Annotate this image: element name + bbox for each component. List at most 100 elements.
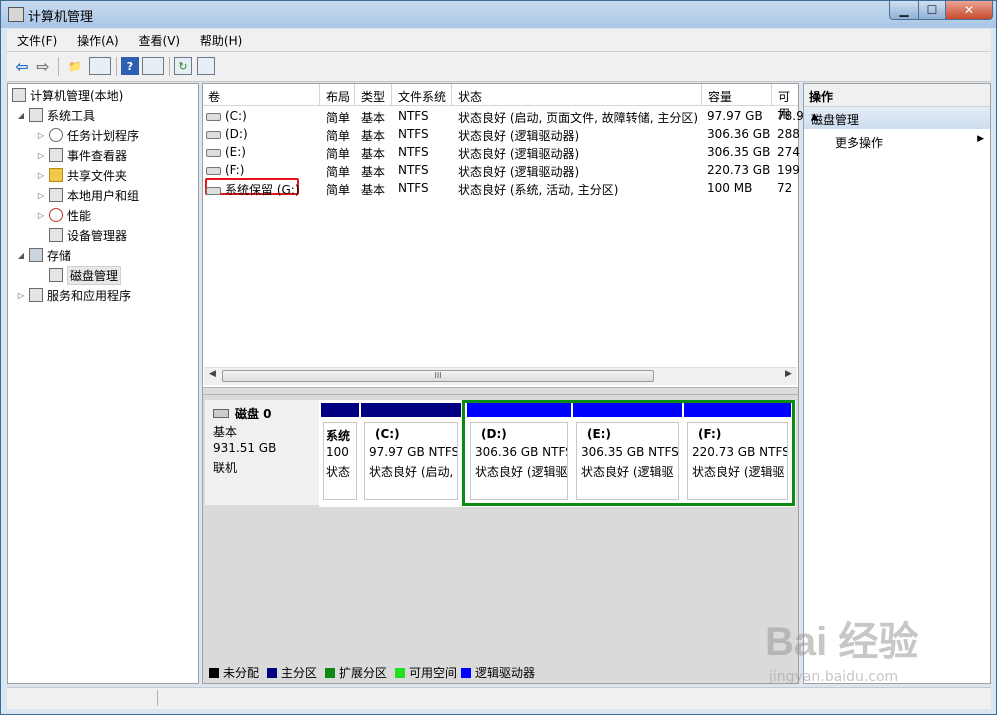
partition-label: 系统	[326, 429, 351, 443]
volume-row-system-reserved[interactable]: 系统保留 (G:) 简单 基本 NTFS 状态良好 (系统, 活动, 主分区) …	[203, 178, 798, 197]
actions-group-disk-management[interactable]: 磁盘管理 ▲	[804, 107, 990, 129]
partition-d[interactable]: (D:) 306.36 GB NTFS 状态良好 (逻辑驱	[467, 403, 571, 503]
disk-type: 基本	[213, 425, 238, 439]
volume-type: 基本	[361, 183, 386, 197]
forward-arrow-icon[interactable]: ⇨	[34, 57, 52, 76]
tree-item-disk-management[interactable]: 磁盘管理	[49, 265, 122, 285]
drive-icon	[206, 112, 221, 121]
menu-help[interactable]: 帮助(H)	[190, 29, 248, 49]
window-title: 计算机管理	[28, 10, 94, 25]
tree-item-system-tools[interactable]: ◢ 系统工具	[16, 106, 95, 124]
expand-triangle-icon[interactable]: ▷	[36, 211, 46, 220]
volume-capacity: 306.36 GB	[707, 127, 771, 141]
partition-status: 状态良好 (启动,	[369, 465, 454, 479]
tree-item-storage[interactable]: ◢ 存储	[16, 246, 71, 264]
column-divider[interactable]	[391, 84, 392, 105]
scroll-left-arrow-icon[interactable]: ◀	[209, 369, 216, 379]
horizontal-scrollbar[interactable]: ◀ III ▶	[204, 367, 797, 385]
partition-f[interactable]: (F:) 220.73 GB NTFS 状态良好 (逻辑驱	[684, 403, 791, 503]
partition-status: 状态良好 (逻辑驱	[692, 465, 785, 479]
volume-filesystem: NTFS	[398, 181, 429, 195]
column-divider[interactable]	[701, 84, 702, 105]
refresh-icon[interactable]: ↻	[174, 57, 192, 75]
collapse-arrow-icon[interactable]: ▲	[811, 112, 984, 122]
partition-size: 306.36 GB NTFS	[475, 445, 568, 459]
volume-filesystem: NTFS	[398, 145, 429, 159]
volume-status: 状态良好 (逻辑驱动器)	[458, 147, 580, 161]
volume-type: 基本	[361, 111, 386, 125]
collapse-triangle-icon[interactable]: ◢	[16, 251, 26, 260]
volume-capacity: 306.35 GB	[707, 145, 771, 159]
tools-icon	[29, 108, 43, 122]
volume-row[interactable]: (E:) 简单 基本 NTFS 状态良好 (逻辑驱动器) 306.35 GB 2…	[203, 143, 800, 161]
legend-item: 逻辑驱动器	[461, 664, 535, 681]
volume-row[interactable]: (F:) 简单 基本 NTFS 状态良好 (逻辑驱动器) 220.73 GB 1…	[203, 161, 800, 179]
shared-folder-icon	[49, 168, 63, 182]
drive-icon	[206, 166, 221, 175]
partition-c[interactable]: (C:) 97.97 GB NTFS 状态良好 (启动,	[361, 403, 461, 503]
menu-action[interactable]: 操作(A)	[67, 29, 125, 49]
partition-size: 100	[326, 445, 349, 459]
expand-triangle-icon[interactable]: ▷	[36, 151, 46, 160]
column-header-type[interactable]: 类型	[356, 88, 385, 105]
pane-splitter[interactable]	[203, 387, 798, 395]
maximize-button[interactable]: ☐	[918, 1, 946, 20]
column-divider[interactable]	[771, 84, 772, 105]
volume-list-header: 卷 布局 类型 文件系统 状态 容量 可用	[203, 84, 798, 121]
volume-row[interactable]: (D:) 简单 基本 NTFS 状态良好 (逻辑驱动器) 306.36 GB 2…	[203, 125, 800, 143]
show-hide-action-pane-icon[interactable]	[142, 57, 164, 75]
volume-capacity: 97.97 GB	[707, 109, 763, 123]
column-header-filesystem[interactable]: 文件系统	[393, 88, 446, 105]
back-arrow-icon[interactable]: ⇦	[13, 57, 31, 76]
drive-icon	[206, 130, 221, 139]
volume-type: 基本	[361, 165, 386, 179]
menu-file[interactable]: 文件(F)	[7, 29, 63, 49]
column-header-layout[interactable]: 布局	[321, 88, 350, 105]
tree-item-computer-management[interactable]: 计算机管理(本地)	[12, 86, 123, 104]
disk-info-box[interactable]: 磁盘 0 基本 931.51 GB 联机	[205, 400, 320, 505]
partition-e[interactable]: (E:) 306.35 GB NTFS 状态良好 (逻辑驱	[573, 403, 682, 503]
column-header-volume[interactable]: 卷	[203, 88, 220, 105]
actions-pane: 操作 磁盘管理 ▲ 更多操作 ▶	[803, 83, 991, 684]
volume-layout: 简单	[326, 165, 351, 179]
help-icon[interactable]: ?	[121, 57, 139, 75]
column-header-status[interactable]: 状态	[453, 88, 482, 105]
tree-item-device-manager[interactable]: 设备管理器	[49, 226, 127, 244]
show-hide-tree-icon[interactable]	[89, 57, 111, 75]
volume-filesystem: NTFS	[398, 127, 429, 141]
baidu-watermark: Bai 经验 jingyan.baidu.com	[765, 609, 993, 699]
volume-status: 状态良好 (启动, 页面文件, 故障转储, 主分区)	[458, 111, 699, 125]
volume-name: (D:)	[206, 127, 248, 141]
expand-triangle-icon[interactable]: ▷	[16, 291, 26, 300]
minimize-button[interactable]: ▁	[889, 1, 919, 20]
tree-item-services[interactable]: ▷ 服务和应用程序	[16, 286, 131, 304]
services-icon	[29, 288, 43, 302]
scroll-right-arrow-icon[interactable]: ▶	[785, 369, 792, 379]
menu-view[interactable]: 查看(V)	[129, 29, 187, 49]
partition-system-reserved[interactable]: 系统 100 状态	[321, 403, 359, 503]
scrollbar-thumb[interactable]: III	[222, 370, 654, 382]
tree-item-event-viewer[interactable]: ▷ 事件查看器	[36, 146, 127, 164]
tree-item-local-users[interactable]: ▷ 本地用户和组	[36, 186, 139, 204]
volume-free: 199	[777, 163, 800, 177]
expand-triangle-icon[interactable]: ▷	[36, 191, 46, 200]
up-folder-icon[interactable]: 📁	[66, 57, 84, 75]
tree-item-performance[interactable]: ▷ 性能	[36, 206, 91, 224]
close-button[interactable]: ✕	[945, 1, 993, 20]
tree-item-shared-folders[interactable]: ▷ 共享文件夹	[36, 166, 127, 184]
partition-strip: 系统 100 状态 (C:) 97.97 GB NTFS 状态良好 (启动, (…	[319, 400, 796, 507]
expand-triangle-icon[interactable]: ▷	[36, 131, 46, 140]
volume-row[interactable]: (C:) 简单 基本 NTFS 状态良好 (启动, 页面文件, 故障转储, 主分…	[203, 107, 804, 125]
watermark-url: jingyan.baidu.com	[769, 669, 899, 685]
collapse-triangle-icon[interactable]: ◢	[16, 111, 26, 120]
more-actions-item[interactable]: 更多操作 ▶	[804, 131, 990, 151]
column-divider[interactable]	[354, 84, 355, 105]
legend-item: 可用空间	[395, 664, 457, 681]
tree-item-task-scheduler[interactable]: ▷ 任务计划程序	[36, 126, 139, 144]
properties-icon[interactable]	[197, 57, 215, 75]
column-header-capacity[interactable]: 容量	[703, 88, 732, 105]
column-divider[interactable]	[451, 84, 452, 105]
toolbar-separator	[169, 57, 170, 76]
expand-triangle-icon[interactable]: ▷	[36, 171, 46, 180]
column-divider[interactable]	[319, 84, 320, 105]
